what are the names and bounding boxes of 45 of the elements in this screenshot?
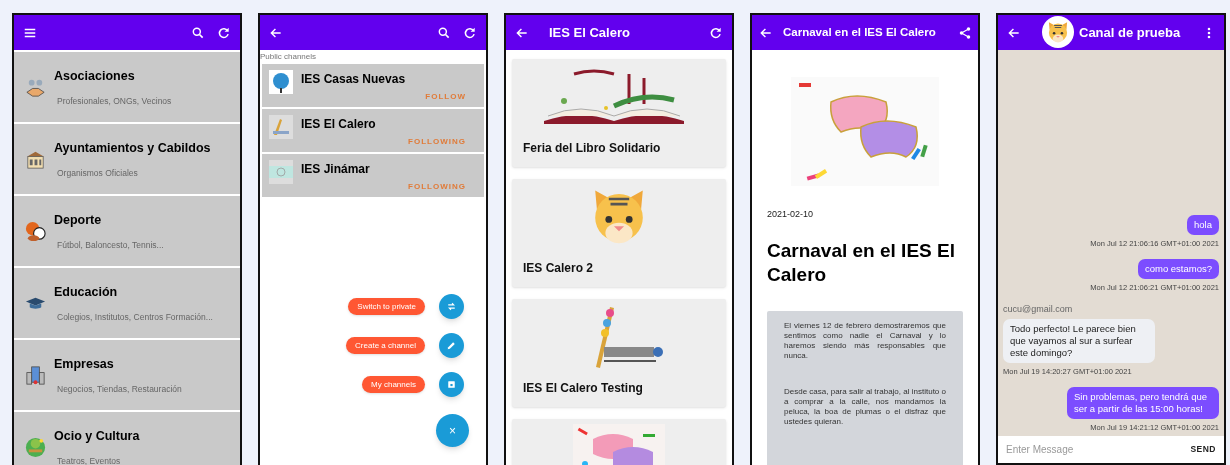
message-bubble: como estamos? [1137,258,1219,279]
section-label: Public channels [260,51,318,63]
message-bubble: Sin problemas, pero tendrá que ser a partir de las 15:00 horas! [1067,386,1219,419]
post-title: Feria del Libro Solidario [522,140,661,157]
send-button[interactable]: SEND [1190,443,1216,456]
channel-name: IES El Calero [301,116,377,133]
category-subtitle: Fútbol, Baloncesto, Tennis... [56,238,164,252]
category-subtitle: Negocios, Tiendas, Restauración [56,382,182,396]
app-bar-title: Carnaval en el IES El Calero [783,24,937,40]
post-card[interactable]: IES El Calero Testing [512,299,726,407]
category-subtitle: Teatros, Eventos [56,454,122,465]
category-card[interactable]: Empresas Negocios, Tiendas, Restauración [14,340,240,410]
channel-card[interactable]: IES Casas Nuevas FOLLOW [262,64,484,107]
post-title: IES Calero 2 [522,260,594,277]
message-author: cucu@gmail.com [1003,303,1073,316]
article-date: 2021-02-10 [767,208,815,221]
category-title: Asociaciones [54,67,136,85]
category-title: Ocio y Cultura [54,427,140,445]
channel-name: IES Jinámar [301,161,371,178]
channel-name: IES Casas Nuevas [301,71,407,88]
category-title: Educación [54,283,119,301]
category-card[interactable]: Educación Colegios, Institutos, Centros Formación... [14,268,240,338]
category-title: Ayuntamientos y Cabildos [54,139,211,157]
article-paragraph: El viernes 12 de febrero demostraremos que sentimos como nadie el Carnaval y lo haremos siendo más responsables que nunca. [784,320,946,361]
message-input-field[interactable]: Enter Message [1006,442,1187,457]
channel-card[interactable]: IES Jinámar FOLLOWING [262,154,484,197]
category-card[interactable]: Deporte Fútbol, Baloncesto, Tennis... [14,196,240,266]
category-title: Deporte [54,211,103,229]
category-card[interactable]: Ocio y Cultura Teatros, Eventos [14,412,240,465]
category-subtitle: Organismos Oficiales [56,166,139,180]
app-bar-title: IES El Calero [549,23,631,42]
article-paragraph: Desde casa, para salir al trabajo, al instituto o a comprar a la calle, nos mandamos la peluca, la boa de plumas o el disfraz que ustedes quieran. [784,386,946,427]
category-subtitle: Colegios, Institutos, Centros Formación... [56,310,213,324]
channel-card[interactable]: IES El Calero FOLLOWING [262,109,484,152]
post-card[interactable]: IES Calero 2 [512,179,726,287]
message-bubble: Todo perfecto! Le parece bien que vayamos al sur a surfear este domingo? [1003,318,1155,363]
post-title: IES El Calero Testing [522,380,643,397]
category-card[interactable]: Asociaciones Profesionales, ONGs, Vecinos [14,52,240,122]
category-title: Empresas [54,355,115,373]
article-heading: Carnaval en el IES El Calero [767,238,956,287]
post-card[interactable]: Feria del Libro Solidario [512,59,726,167]
app-bar-title: Canal de prueba [1079,23,1182,42]
category-subtitle: Profesionales, ONGs, Vecinos [56,94,172,108]
message-bubble: hola [1187,214,1219,235]
category-card[interactable]: Ayuntamientos y Cabildos Organismos Oficiales [14,124,240,194]
